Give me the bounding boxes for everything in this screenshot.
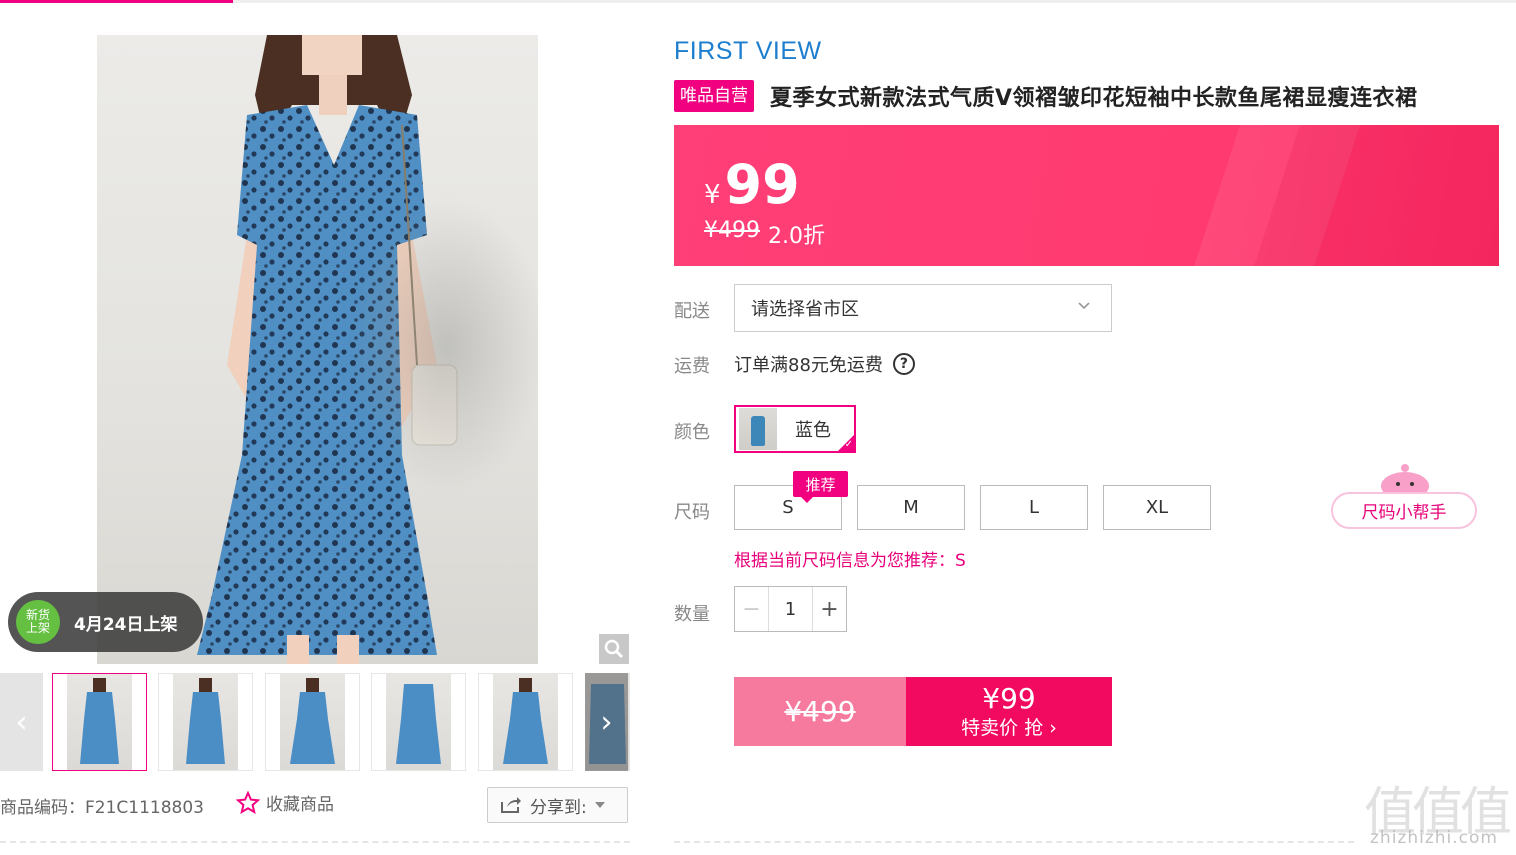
size-helper-button[interactable]: 尺码小帮手 <box>1331 492 1477 529</box>
thumbnail-4[interactable] <box>371 673 466 771</box>
currency-symbol: ¥ <box>704 180 721 210</box>
zoom-button[interactable] <box>599 634 629 664</box>
thumbnail-2[interactable] <box>158 673 253 771</box>
magnifier-icon <box>604 639 624 659</box>
mascot-icon <box>1381 464 1429 496</box>
self-operated-tag: 唯品自营 <box>674 80 754 112</box>
share-dropdown[interactable]: 分享到: <box>487 787 628 823</box>
thumbnail-next-button[interactable]: › <box>585 673 628 771</box>
product-code: 商品编码：F21C1118803 <box>0 798 204 818</box>
original-price-row: ¥499 2.0折 <box>704 218 825 250</box>
color-swatch-image <box>739 408 777 450</box>
brand-name[interactable]: FIRST VIEW <box>674 37 822 66</box>
product-title: 夏季女式新款法式气质V领褶皱印花短袖中长款鱼尾裙显瘦连衣裙 <box>770 86 1418 111</box>
thumbnail-strip: ‹ › <box>0 673 630 771</box>
size-option-m[interactable]: M <box>857 485 965 530</box>
address-placeholder: 请选择省市区 <box>751 299 859 320</box>
main-product-image[interactable] <box>97 35 538 664</box>
thumbnail-5[interactable] <box>478 673 573 771</box>
quantity-input[interactable]: 1 <box>769 587 812 631</box>
top-tab-bar <box>0 0 1516 3</box>
size-recommend-text: 根据当前尺码信息为您推荐：S <box>734 551 966 571</box>
arrival-date: 4月24日上架 <box>74 614 178 635</box>
new-arrival-icon: 新货 上架 <box>16 600 60 644</box>
quantity-plus-button[interactable]: + <box>812 587 846 631</box>
new-arrival-badge: 新货 上架 4月24日上架 <box>8 592 203 652</box>
buy-button[interactable]: ¥499 ¥99 特卖价 抢 › <box>734 677 1112 746</box>
buy-action[interactable]: ¥99 特卖价 抢 › <box>906 677 1112 746</box>
watermark-logo: 值值值 zhizhizhi.com <box>1364 770 1512 850</box>
thumbnail-1[interactable] <box>52 673 147 771</box>
price-banner: ¥ 99 ¥499 2.0折 <box>674 125 1499 266</box>
divider-left <box>0 841 630 843</box>
original-price: ¥499 <box>704 218 760 243</box>
share-icon <box>501 797 521 813</box>
buy-action-label: 特卖价 抢 › <box>961 716 1057 739</box>
size-option-xl[interactable]: XL <box>1103 485 1211 530</box>
star-icon <box>236 790 260 814</box>
chevron-down-icon <box>1078 302 1090 310</box>
color-label: 颜色 <box>674 422 710 443</box>
shipping-label: 运费 <box>674 356 710 377</box>
check-icon: ✓ <box>844 439 853 450</box>
buy-original-price: ¥499 <box>734 677 906 746</box>
caret-down-icon <box>594 802 605 808</box>
quantity-stepper: − 1 + <box>734 586 847 632</box>
shipping-info: 订单满88元免运费 ? <box>734 351 915 377</box>
leaf-shadow <box>347 195 538 495</box>
watermark-url: zhizhizhi.com <box>1370 828 1498 848</box>
current-price-value: 99 <box>724 153 800 216</box>
help-icon[interactable]: ? <box>892 353 915 375</box>
product-title-row: 唯品自营 夏季女式新款法式气质V领褶皱印花短袖中长款鱼尾裙显瘦连衣裙 <box>674 80 1418 112</box>
quantity-minus-button[interactable]: − <box>735 587 769 631</box>
discount-rate: 2.0折 <box>768 224 825 249</box>
current-price: ¥ 99 <box>704 153 800 216</box>
product-meta-row: 商品编码：F21C1118803 收藏商品 分享到: <box>0 787 630 823</box>
active-tab-indicator <box>0 0 233 3</box>
buy-sale-price: ¥99 <box>982 681 1036 715</box>
thumbnail-3[interactable] <box>265 673 360 771</box>
favorite-button[interactable]: 收藏商品 <box>236 790 334 815</box>
recommend-tag: 推荐 <box>793 471 848 503</box>
favorite-label: 收藏商品 <box>266 795 334 815</box>
size-option-l[interactable]: L <box>980 485 1088 530</box>
share-label: 分享到: <box>530 797 587 818</box>
size-label: 尺码 <box>674 502 710 523</box>
color-option-blue[interactable]: 蓝色 ✓ <box>734 405 856 453</box>
thumbnail-prev-button[interactable]: ‹ <box>0 673 43 771</box>
color-option-label: 蓝色 <box>795 420 831 441</box>
quantity-label: 数量 <box>674 604 710 625</box>
delivery-label: 配送 <box>674 301 710 322</box>
divider-right <box>674 841 1354 843</box>
address-select[interactable]: 请选择省市区 <box>734 284 1112 332</box>
shipping-text: 订单满88元免运费 <box>734 355 883 376</box>
